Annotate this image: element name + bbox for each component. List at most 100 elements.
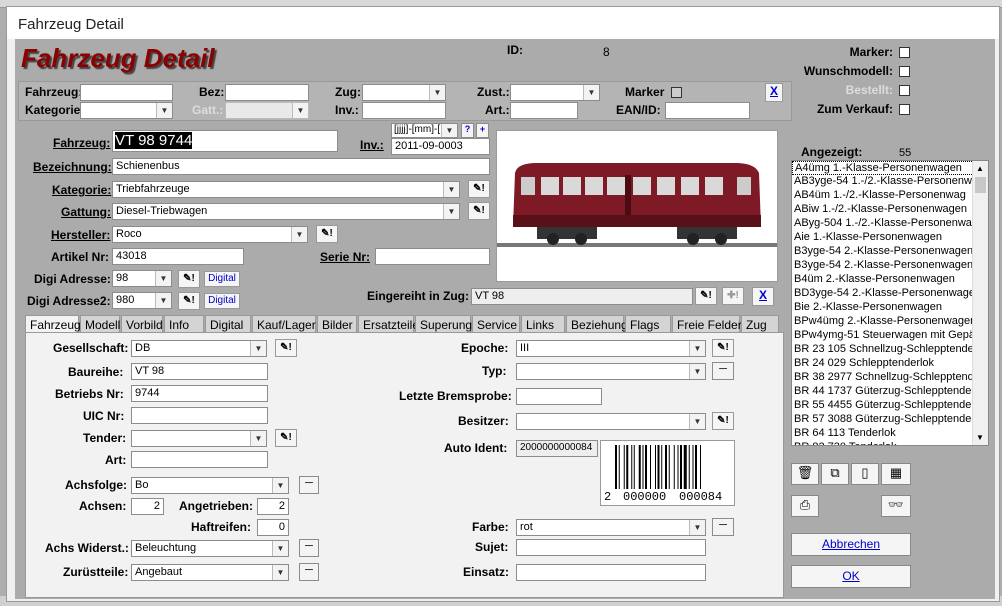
digi2-digital-button[interactable]: Digital: [204, 293, 240, 309]
wunschmodell-checkbox[interactable]: [899, 66, 910, 77]
list-item[interactable]: B3yge-54 2.-Klasse-Personenwagen: [792, 245, 988, 259]
uic-nr-input[interactable]: [131, 407, 268, 424]
tab-service[interactable]: Service: [472, 315, 520, 333]
list-item[interactable]: Bie 2.-Klasse-Personenwagen: [792, 301, 988, 315]
zum-verkauf-checkbox[interactable]: [899, 104, 910, 115]
scroll-down-icon[interactable]: ▼: [976, 433, 984, 442]
besitzer-edit-button[interactable]: ✎!: [712, 412, 734, 430]
artikel-input[interactable]: 43018: [112, 248, 244, 265]
gesellschaft-combo[interactable]: DB ▼: [131, 340, 267, 357]
list-item[interactable]: BPw4ümg 2.-Klasse-Personenwagen: [792, 315, 988, 329]
inv-format-combo[interactable]: [jjjj]-[mm]-[▼: [391, 123, 458, 138]
digi1-digital-button[interactable]: Digital: [204, 271, 240, 287]
hersteller-combo[interactable]: Roco ▼: [112, 226, 308, 243]
achs-widerst-extra-button[interactable]: ─: [299, 539, 319, 557]
digi2-edit-button[interactable]: ✎!: [178, 292, 200, 310]
list-item[interactable]: B3yge-54 2.-Klasse-Personenwagen: [792, 259, 988, 273]
farbe-combo[interactable]: rot ▼: [516, 519, 706, 536]
inv-help-button[interactable]: ?: [461, 123, 474, 138]
tender-edit-button[interactable]: ✎!: [275, 429, 297, 447]
bestellt-checkbox[interactable]: [899, 85, 910, 96]
kategorie-edit-button[interactable]: ✎!: [468, 180, 490, 198]
achsfolge-combo[interactable]: Bo ▼: [131, 477, 289, 494]
list-item[interactable]: Aie 1.-Klasse-Personenwagen: [792, 231, 988, 245]
achs-widerst-combo[interactable]: Beleuchtung ▼: [131, 540, 289, 557]
list-item[interactable]: BR 44 1737 Güterzug-Schlepptende: [792, 385, 988, 399]
list-item[interactable]: B4üm 2.-Klasse-Personenwagen: [792, 273, 988, 287]
betriebs-nr-input[interactable]: 9744: [131, 385, 268, 402]
tab-flags[interactable]: Flags: [625, 315, 671, 333]
tab-beziehung[interactable]: Beziehung: [566, 315, 628, 333]
gesellschaft-edit-button[interactable]: ✎!: [275, 339, 297, 357]
list-item[interactable]: BR 23 105 Schnellzug-Schlepptende: [792, 343, 988, 357]
list-item[interactable]: BR 38 2977 Schnellzug-Schlepptend: [792, 371, 988, 385]
list-item[interactable]: BR 82 730 Tenderlok: [792, 441, 988, 445]
tab-zug[interactable]: Zug: [741, 315, 779, 333]
filter-inv-input[interactable]: [362, 102, 446, 119]
tab-links[interactable]: Links: [521, 315, 565, 333]
filter-zust-combo[interactable]: ▼: [510, 84, 600, 101]
abbrechen-button[interactable]: Abbrechen: [791, 533, 911, 556]
print-button[interactable]: ⎙: [791, 495, 819, 517]
copy-button[interactable]: ⧉: [821, 463, 849, 485]
zug-edit-button[interactable]: ✎!: [695, 287, 717, 305]
filter-marker-checkbox[interactable]: [671, 87, 682, 98]
filter-clear-button[interactable]: X: [765, 83, 783, 102]
filter-zug-combo[interactable]: ▼: [362, 84, 446, 101]
filter-fahrzeug-input[interactable]: [80, 84, 173, 101]
new-button[interactable]: ▯: [851, 463, 879, 485]
list-item[interactable]: BR 24 029 Schlepptenderlok: [792, 357, 988, 371]
typ-combo[interactable]: ▼: [516, 363, 706, 380]
filter-art-input[interactable]: [510, 102, 578, 119]
new-from-template-button[interactable]: ▦: [881, 463, 911, 485]
haftreifen-input[interactable]: 0: [257, 519, 289, 536]
delete-button[interactable]: 🗑: [791, 463, 819, 485]
baureihe-input[interactable]: VT 98: [131, 363, 268, 380]
bremsprobe-input[interactable]: [516, 388, 602, 405]
besitzer-combo[interactable]: ▼: [516, 413, 706, 430]
zug-add-button[interactable]: ✚!: [722, 287, 744, 305]
tab-bilder[interactable]: Bilder: [317, 315, 357, 333]
achsen-input[interactable]: 2: [131, 498, 164, 515]
filter-ean-input[interactable]: [665, 102, 750, 119]
zug-input[interactable]: VT 98: [471, 288, 693, 305]
auto-ident-input[interactable]: 2000000000084: [516, 440, 598, 457]
list-item[interactable]: BR 57 3088 Güterzug-Schlepptende: [792, 413, 988, 427]
list-item[interactable]: AB3yge-54 1.-/2.-Klasse-Personenw: [792, 175, 988, 189]
list-item[interactable]: BR 64 113 Tenderlok: [792, 427, 988, 441]
list-scrollbar[interactable]: ▲ ▼: [972, 161, 988, 445]
digi2-combo[interactable]: 980 ▼: [112, 292, 172, 309]
achsfolge-extra-button[interactable]: ─: [299, 476, 319, 494]
tab-freie-felder[interactable]: Freie Felder: [672, 315, 742, 333]
tab-modell[interactable]: Modell: [80, 315, 120, 333]
epoche-edit-button[interactable]: ✎!: [712, 339, 734, 357]
tab-kauf-lager[interactable]: Kauf/Lager: [252, 315, 316, 333]
list-item[interactable]: A4ümg 1.-Klasse-Personenwagen: [792, 161, 988, 175]
list-item[interactable]: AByg-504 1.-/2.-Klasse-Personenwa: [792, 217, 988, 231]
hersteller-edit-button[interactable]: ✎!: [316, 225, 338, 243]
marker-checkbox[interactable]: [899, 47, 910, 58]
epoche-combo[interactable]: III ▼: [516, 340, 706, 357]
digi1-combo[interactable]: 98 ▼: [112, 270, 172, 287]
art-input[interactable]: [131, 451, 268, 468]
tab-info[interactable]: Info: [164, 315, 204, 333]
typ-extra-button[interactable]: ─: [712, 362, 734, 380]
filter-kategorie-combo[interactable]: ▼: [80, 102, 173, 119]
scroll-thumb[interactable]: [975, 177, 986, 193]
kategorie-combo[interactable]: Triebfahrzeuge ▼: [112, 181, 460, 198]
serie-input[interactable]: [375, 248, 490, 265]
inv-input[interactable]: 2011-09-0003: [391, 138, 490, 155]
farbe-extra-button[interactable]: ─: [712, 518, 734, 536]
preview-button[interactable]: 👓: [881, 495, 911, 517]
tab-vorbild[interactable]: Vorbild: [121, 315, 163, 333]
list-item[interactable]: BPw4ymg-51 Steuerwagen mit Gepä: [792, 329, 988, 343]
tab-digital[interactable]: Digital: [205, 315, 251, 333]
gattung-combo[interactable]: Diesel-Triebwagen ▼: [112, 203, 460, 220]
einsatz-input[interactable]: [516, 564, 706, 581]
inv-add-button[interactable]: +: [476, 123, 489, 138]
zurustteile-combo[interactable]: Angebaut ▼: [131, 564, 289, 581]
gattung-edit-button[interactable]: ✎!: [468, 202, 490, 220]
zug-clear-button[interactable]: X: [752, 287, 774, 306]
list-item[interactable]: AB4üm 1.-/2.-Klasse-Personenwag: [792, 189, 988, 203]
ok-button[interactable]: OK: [791, 565, 911, 588]
